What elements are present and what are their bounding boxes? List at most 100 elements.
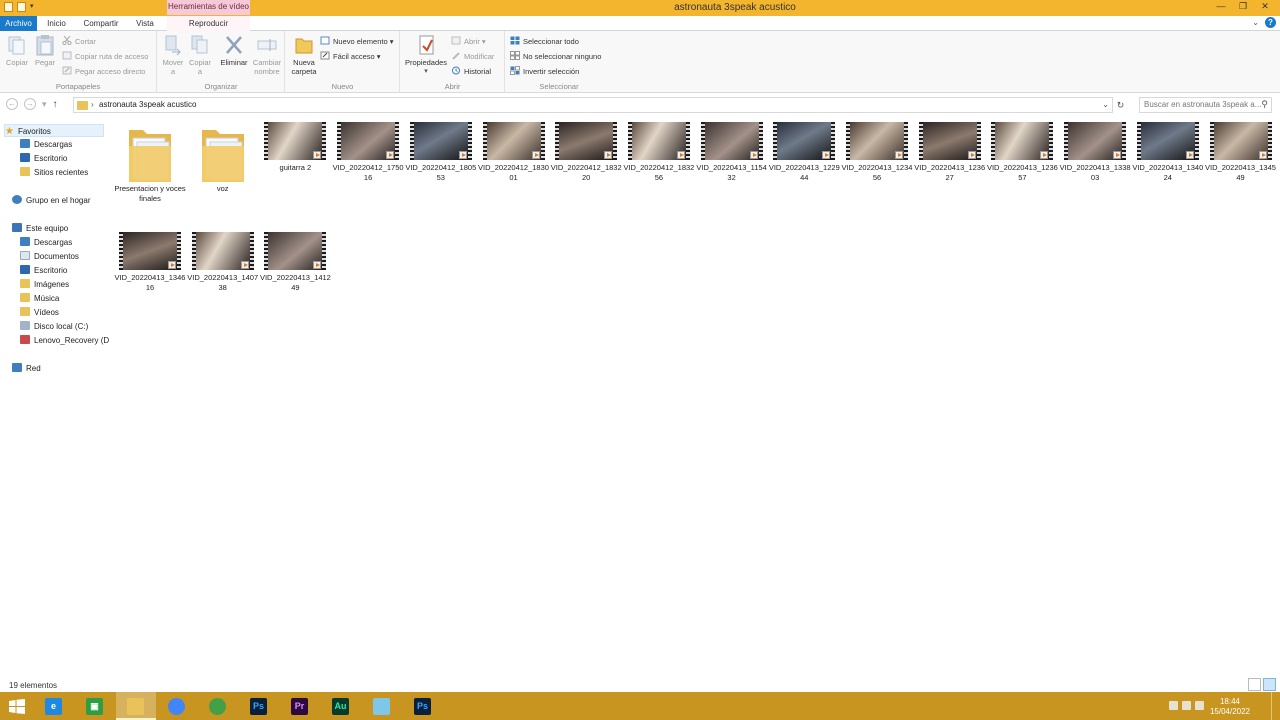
video-file-item[interactable]: VID_20220413_122944 [768,122,840,183]
video-file-item[interactable]: VID_20220413_133803 [1059,122,1131,183]
video-file-item[interactable]: VID_20220413_123627 [914,122,986,183]
nav-descargas[interactable]: Descargas [20,138,72,151]
tab-reproducir[interactable]: Reproducir [167,16,250,31]
nav-pc-descargas[interactable]: Descargas [20,236,72,249]
video-thumbnail [119,232,181,270]
close-button[interactable]: ✕ [1254,0,1276,14]
properties-quick-icon[interactable] [4,2,13,12]
nav-pc-imagenes[interactable]: Imágenes [20,278,69,291]
video-file-item[interactable]: VID_20220413_134616 [114,232,186,293]
details-view-icon[interactable] [1248,678,1261,691]
tab-archivo[interactable]: Archivo [0,16,37,31]
copy-path-button[interactable]: Copiar ruta de acceso [62,50,148,63]
address-field[interactable]: › astronauta 3speak acustico ⌄ [73,97,1113,113]
paste-shortcut-button[interactable]: Pegar acceso directo [62,65,145,78]
tab-compartir[interactable]: Compartir [76,16,126,31]
large-icons-view-icon[interactable] [1263,678,1276,691]
taskbar-button-audition[interactable]: Au [321,692,361,720]
tab-vista[interactable]: Vista [128,16,162,31]
back-icon[interactable]: ← [6,98,18,110]
nav-pc-escritorio[interactable]: Escritorio [20,264,67,277]
minimize-button[interactable]: — [1210,0,1232,14]
taskbar-button-photoshop[interactable]: Ps [239,692,279,720]
taskbar-button-premiere[interactable]: Pr [280,692,320,720]
forward-icon[interactable]: → [24,98,36,110]
nav-este-equipo[interactable]: Este equipo [12,222,68,235]
history-button[interactable]: Historial [451,65,491,78]
search-input[interactable]: Buscar en astronauta 3speak a... ⚲ [1139,97,1272,113]
video-file-item[interactable]: VID_20220412_183220 [550,122,622,183]
new-folder-button[interactable]: Nueva carpeta [288,34,320,76]
taskbar-button-file-explorer[interactable] [116,692,156,720]
collapse-ribbon-icon[interactable]: ⌄ [1252,18,1259,27]
recent-locations-icon[interactable]: ▾ [42,99,47,110]
taskbar-button-shield-app[interactable] [198,692,238,720]
invert-selection-icon [510,66,520,75]
taskbar-button-chrome[interactable] [157,692,197,720]
video-file-item[interactable]: guitarra 2 [259,122,331,173]
open-button[interactable]: Abrir ▾ [451,35,486,48]
delete-button[interactable]: Eliminar [219,34,249,67]
new-item-button[interactable]: Nuevo elemento ▾ [320,35,393,48]
nav-pc-documentos[interactable]: Documentos [20,250,79,263]
cut-button[interactable]: Cortar [62,35,96,48]
folder-item[interactable]: voz [187,122,259,194]
clock-date[interactable]: 15/04/2022 [1206,707,1254,716]
video-file-item[interactable]: VID_20220413_123456 [841,122,913,183]
quick-access-dropdown-icon[interactable]: ▾ [30,2,37,12]
video-file-item[interactable]: VID_20220413_123657 [986,122,1058,183]
properties-dropdown-icon[interactable]: ▾ [404,67,448,76]
video-file-item[interactable]: VID_20220412_175016 [332,122,404,183]
video-file-item[interactable]: VID_20220412_180553 [405,122,477,183]
taskbar-button-photoshop[interactable]: Ps [403,692,443,720]
rename-button[interactable]: Cambiar nombre [251,34,283,76]
video-file-item[interactable]: VID_20220413_115432 [696,122,768,183]
restore-button[interactable]: ❐ [1232,0,1254,14]
show-desktop-button[interactable] [1271,692,1276,720]
video-file-item[interactable]: VID_20220413_141249 [259,232,331,293]
nav-escritorio[interactable]: Escritorio [20,152,67,165]
new-folder-quick-icon[interactable] [17,2,26,12]
breadcrumb-chevron-icon[interactable]: › [91,100,94,109]
select-all-button[interactable]: Seleccionar todo [510,35,579,48]
edit-icon [452,52,460,60]
volume-icon[interactable] [1195,701,1204,710]
video-file-item[interactable]: VID_20220413_134549 [1205,122,1277,183]
nav-pc-videos[interactable]: Vídeos [20,306,59,319]
video-file-item[interactable]: VID_20220412_183256 [623,122,695,183]
taskbar-button-ie[interactable]: e [34,692,74,720]
help-icon[interactable]: ? [1265,17,1276,28]
folder-item[interactable]: Presentacion y voces finales [114,122,186,204]
nav-sitios-recientes[interactable]: Sitios recientes [20,166,88,179]
nav-pc-musica[interactable]: Música [20,292,59,305]
easy-access-button[interactable]: Fácil acceso ▾ [320,50,381,63]
taskbar-button-store[interactable]: ▣ [75,692,115,720]
copy-to-button[interactable]: Copiar a [187,34,213,76]
notification-flag-icon[interactable] [1169,701,1178,710]
nav-grupo-hogar[interactable]: Grupo en el hogar [12,194,91,207]
search-icon[interactable]: ⚲ [1261,99,1268,110]
edit-button[interactable]: Modificar [451,50,494,63]
nav-red[interactable]: Red [12,362,41,375]
select-none-button[interactable]: No seleccionar ninguno [510,50,601,63]
move-to-button[interactable]: Mover a [160,34,186,76]
invert-selection-button[interactable]: Invertir selección [510,65,579,78]
copy-button[interactable]: Copiar [4,34,30,67]
nav-favoritos[interactable]: ★ Favoritos [4,124,104,137]
video-file-item[interactable]: VID_20220413_140738 [187,232,259,293]
network-status-icon[interactable] [1182,701,1191,710]
breadcrumb[interactable]: astronauta 3speak acustico [99,100,196,109]
address-dropdown-icon[interactable]: ⌄ [1102,100,1109,109]
paste-button[interactable]: Pegar [32,34,58,67]
video-file-item[interactable]: VID_20220413_134024 [1132,122,1204,183]
taskbar-button-notes[interactable] [362,692,402,720]
start-button[interactable] [0,692,34,720]
video-file-item[interactable]: VID_20220412_183001 [478,122,550,183]
up-arrow-icon[interactable]: ↑ [53,99,58,110]
nav-pc-lenovo-recovery[interactable]: Lenovo_Recovery (D [20,334,109,347]
properties-button[interactable]: Propiedades ▾ [404,34,448,76]
clock-time[interactable]: 18:44 [1206,697,1254,706]
tab-inicio[interactable]: Inicio [39,16,74,31]
refresh-icon[interactable]: ↻ [1115,100,1126,111]
nav-pc-disco-c[interactable]: Disco local (C:) [20,320,88,333]
